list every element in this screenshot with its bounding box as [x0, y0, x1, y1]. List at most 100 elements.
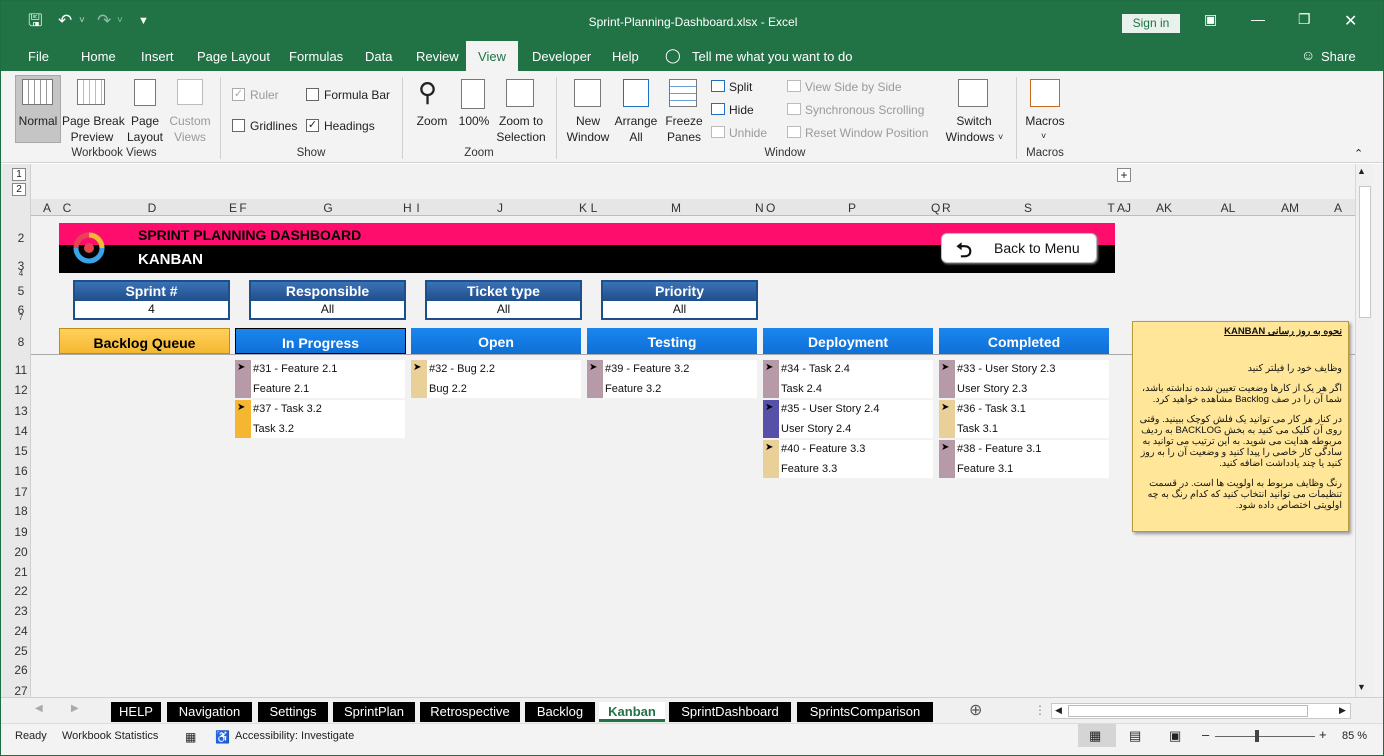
- go-to-backlog-arrow-icon[interactable]: ➤: [237, 362, 245, 373]
- row-header[interactable]: 21: [11, 565, 31, 579]
- tell-me-search[interactable]: Tell me what you want to do: [692, 49, 852, 64]
- kanban-card[interactable]: ➤ #35 - User Story 2.4 User Story 2.4: [763, 400, 933, 438]
- zoom-slider[interactable]: [1215, 736, 1315, 737]
- kanban-card[interactable]: ➤ #36 - Task 3.1 Task 3.1: [939, 400, 1109, 438]
- hide-button[interactable]: Hide: [729, 102, 754, 118]
- kanban-card[interactable]: ➤ #32 - Bug 2.2 Bug 2.2: [411, 360, 581, 398]
- go-to-backlog-arrow-icon[interactable]: ➤: [941, 442, 949, 453]
- filter-sprint-value[interactable]: 4: [75, 301, 228, 318]
- row-header[interactable]: 2: [11, 231, 31, 245]
- filter-ticket-type-value[interactable]: All: [427, 301, 580, 318]
- go-to-backlog-arrow-icon[interactable]: ➤: [941, 402, 949, 413]
- kanban-card[interactable]: ➤ #39 - Feature 3.2 Feature 3.2: [587, 360, 757, 398]
- kanban-card[interactable]: ➤ #34 - Task 2.4 Task 2.4: [763, 360, 933, 398]
- zoom-slider-thumb[interactable]: [1255, 730, 1259, 742]
- column-header[interactable]: A: [1321, 201, 1355, 215]
- accessibility-button[interactable]: Accessibility: Investigate: [235, 730, 354, 742]
- formula-bar-checkbox[interactable]: [306, 88, 319, 101]
- gridlines-checkbox[interactable]: [232, 119, 245, 132]
- row-header[interactable]: 24: [11, 624, 31, 638]
- filter-ticket-type[interactable]: Ticket type All: [425, 280, 582, 320]
- freeze-panes-button[interactable]: Freeze: [661, 113, 707, 129]
- tab-scroll-left-icon[interactable]: ◀: [35, 703, 43, 714]
- view-side-by-side-button[interactable]: View Side by Side: [805, 79, 902, 95]
- split-button[interactable]: Split: [729, 79, 752, 95]
- scroll-up-icon[interactable]: ▲: [1357, 166, 1366, 176]
- go-to-backlog-arrow-icon[interactable]: ➤: [237, 402, 245, 413]
- outline-level-2[interactable]: 2: [12, 183, 26, 196]
- zoom-out-icon[interactable]: –: [1202, 727, 1209, 742]
- scroll-left-icon[interactable]: ◀: [1055, 705, 1062, 716]
- row-header[interactable]: 14: [11, 424, 31, 438]
- sheet-tab-backlog[interactable]: Backlog: [525, 702, 595, 722]
- tab-developer[interactable]: Developer: [532, 49, 591, 64]
- sheet-tab-help[interactable]: HELP: [111, 702, 161, 722]
- row-header[interactable]: 20: [11, 545, 31, 559]
- go-to-backlog-arrow-icon[interactable]: ➤: [765, 362, 773, 373]
- outline-level-1[interactable]: 1: [12, 168, 26, 181]
- tab-data[interactable]: Data: [365, 49, 392, 64]
- kanban-card[interactable]: ➤ #40 - Feature 3.3 Feature 3.3: [763, 440, 933, 478]
- tab-formulas[interactable]: Formulas: [289, 49, 343, 64]
- filter-responsible[interactable]: Responsible All: [249, 280, 406, 320]
- row-header[interactable]: 7: [11, 313, 31, 322]
- tab-view[interactable]: View: [466, 41, 518, 71]
- page-break-preview-button[interactable]: Page Break: [62, 113, 125, 129]
- column-header[interactable]: F: [239, 201, 247, 215]
- sheet-stats-icon[interactable]: ▦: [185, 730, 196, 744]
- horizontal-scroll-thumb[interactable]: [1068, 705, 1308, 717]
- macros-button[interactable]: Macros: [1021, 113, 1069, 129]
- custom-views-button[interactable]: Custom: [167, 113, 213, 129]
- zoom-100-button[interactable]: 100%: [456, 113, 492, 129]
- column-header[interactable]: J: [419, 201, 581, 215]
- close-icon[interactable]: ✕: [1344, 11, 1357, 31]
- page-layout-button[interactable]: Page: [125, 113, 165, 129]
- page-layout-status-icon[interactable]: ▤: [1129, 728, 1141, 744]
- go-to-backlog-arrow-icon[interactable]: ➤: [413, 362, 421, 373]
- column-header[interactable]: T: [1107, 201, 1115, 215]
- kanban-card[interactable]: ➤ #33 - User Story 2.3 User Story 2.3: [939, 360, 1109, 398]
- horizontal-scrollbar[interactable]: ◀ ▶: [1051, 703, 1351, 719]
- workbook-statistics-button[interactable]: Workbook Statistics: [62, 730, 158, 742]
- column-header[interactable]: Q: [931, 201, 940, 215]
- add-sheet-icon[interactable]: ⊕: [969, 700, 982, 720]
- sheet-tab-retrospective[interactable]: Retrospective: [420, 702, 520, 722]
- go-to-backlog-arrow-icon[interactable]: ➤: [765, 402, 773, 413]
- vertical-scroll-thumb[interactable]: [1359, 186, 1371, 318]
- reset-window-position-button[interactable]: Reset Window Position: [805, 125, 928, 141]
- row-header[interactable]: 13: [11, 404, 31, 418]
- column-header[interactable]: D: [71, 201, 233, 215]
- normal-view-button[interactable]: Normal: [16, 113, 60, 129]
- column-header[interactable]: M: [595, 201, 757, 215]
- column-header[interactable]: AJ: [1116, 201, 1132, 215]
- row-header[interactable]: 4: [11, 269, 31, 278]
- sheet-tab-sprintplan[interactable]: SprintPlan: [333, 702, 415, 722]
- sheet-tab-navigation[interactable]: Navigation: [167, 702, 252, 722]
- kanban-card[interactable]: ➤ #37 - Task 3.2 Task 3.2: [235, 400, 405, 438]
- restore-icon[interactable]: ❐: [1298, 11, 1311, 28]
- arrange-all-button[interactable]: Arrange: [613, 113, 659, 129]
- column-header[interactable]: G: [247, 201, 409, 215]
- zoom-button[interactable]: Zoom: [411, 113, 453, 129]
- row-header[interactable]: 18: [11, 504, 31, 518]
- kanban-card[interactable]: ➤ #38 - Feature 3.1 Feature 3.1: [939, 440, 1109, 478]
- scroll-down-icon[interactable]: ▼: [1357, 682, 1366, 692]
- column-header[interactable]: S: [947, 201, 1109, 215]
- row-header[interactable]: 15: [11, 444, 31, 458]
- headings-checkbox[interactable]: ✓: [306, 119, 319, 132]
- column-header[interactable]: N: [755, 201, 764, 215]
- expand-column-group-button[interactable]: +: [1117, 168, 1131, 182]
- page-break-status-icon[interactable]: ▣: [1169, 728, 1181, 744]
- go-to-backlog-arrow-icon[interactable]: ➤: [765, 442, 773, 453]
- sign-in-button[interactable]: Sign in: [1122, 14, 1180, 33]
- tab-page-layout[interactable]: Page Layout: [197, 49, 270, 64]
- scroll-right-icon[interactable]: ▶: [1339, 705, 1346, 716]
- column-header[interactable]: E: [229, 201, 237, 215]
- zoom-in-icon[interactable]: +: [1319, 727, 1327, 742]
- share-button[interactable]: Share: [1321, 49, 1356, 64]
- row-header[interactable]: 5: [11, 284, 31, 298]
- sheet-tab-sprintdashboard[interactable]: SprintDashboard: [669, 702, 791, 722]
- go-to-backlog-arrow-icon[interactable]: ➤: [941, 362, 949, 373]
- column-header[interactable]: P: [771, 201, 933, 215]
- row-header[interactable]: 22: [11, 584, 31, 598]
